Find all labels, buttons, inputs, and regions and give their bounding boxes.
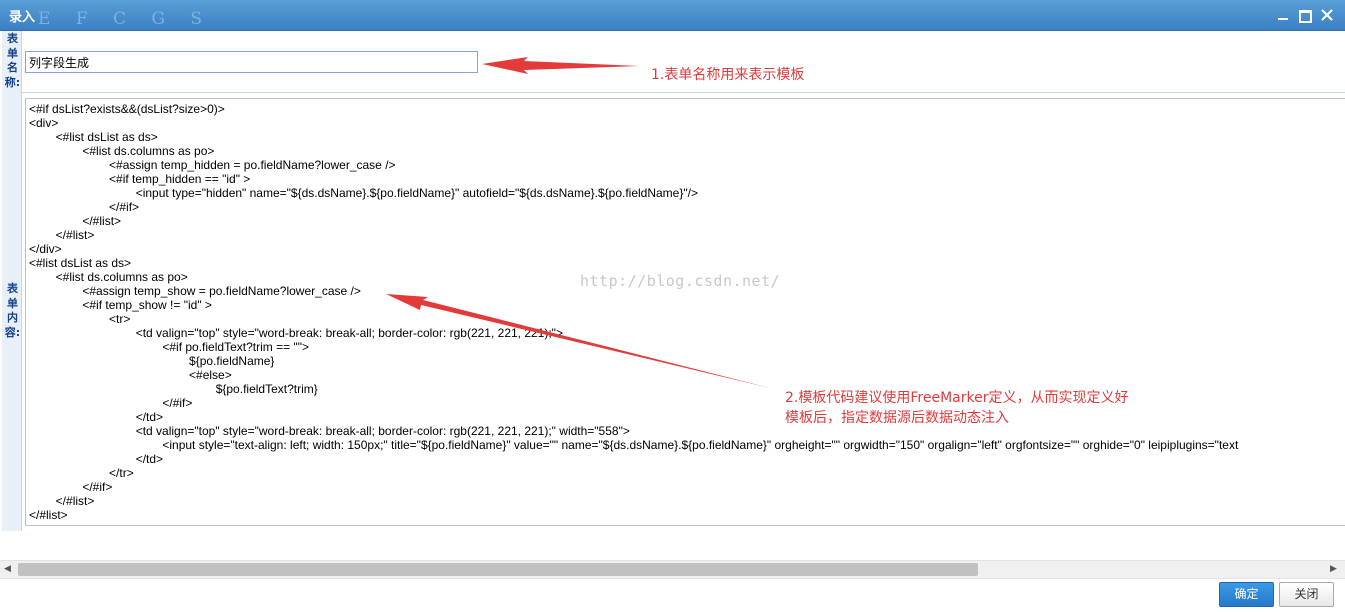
annotation-arrows: [386, 57, 770, 388]
dialog-footer: 确定 关闭: [0, 578, 1345, 612]
scrollbar-thumb[interactable]: [18, 563, 978, 576]
annotation-2: 2.模板代码建议使用FreeMarker定义，从而实现定义好 模板后，指定数据源…: [785, 388, 1128, 428]
scroll-right-icon[interactable]: ▶: [1330, 564, 1337, 574]
confirm-button[interactable]: 确定: [1219, 582, 1274, 607]
close-dialog-button[interactable]: 关闭: [1279, 582, 1334, 607]
scroll-left-icon[interactable]: ◀: [4, 564, 11, 574]
horizontal-scrollbar[interactable]: ◀ ▶: [0, 560, 1345, 578]
annotation-1: 1.表单名称用来表示模板: [651, 67, 805, 83]
annotation-2-line-2: 模板后，指定数据源后数据动态注入: [785, 410, 1009, 426]
arrow-1: [482, 57, 640, 74]
arrow-2: [386, 294, 770, 388]
annotation-2-line-1: 2.模板代码建议使用FreeMarker定义，从而实现定义好: [785, 390, 1129, 406]
